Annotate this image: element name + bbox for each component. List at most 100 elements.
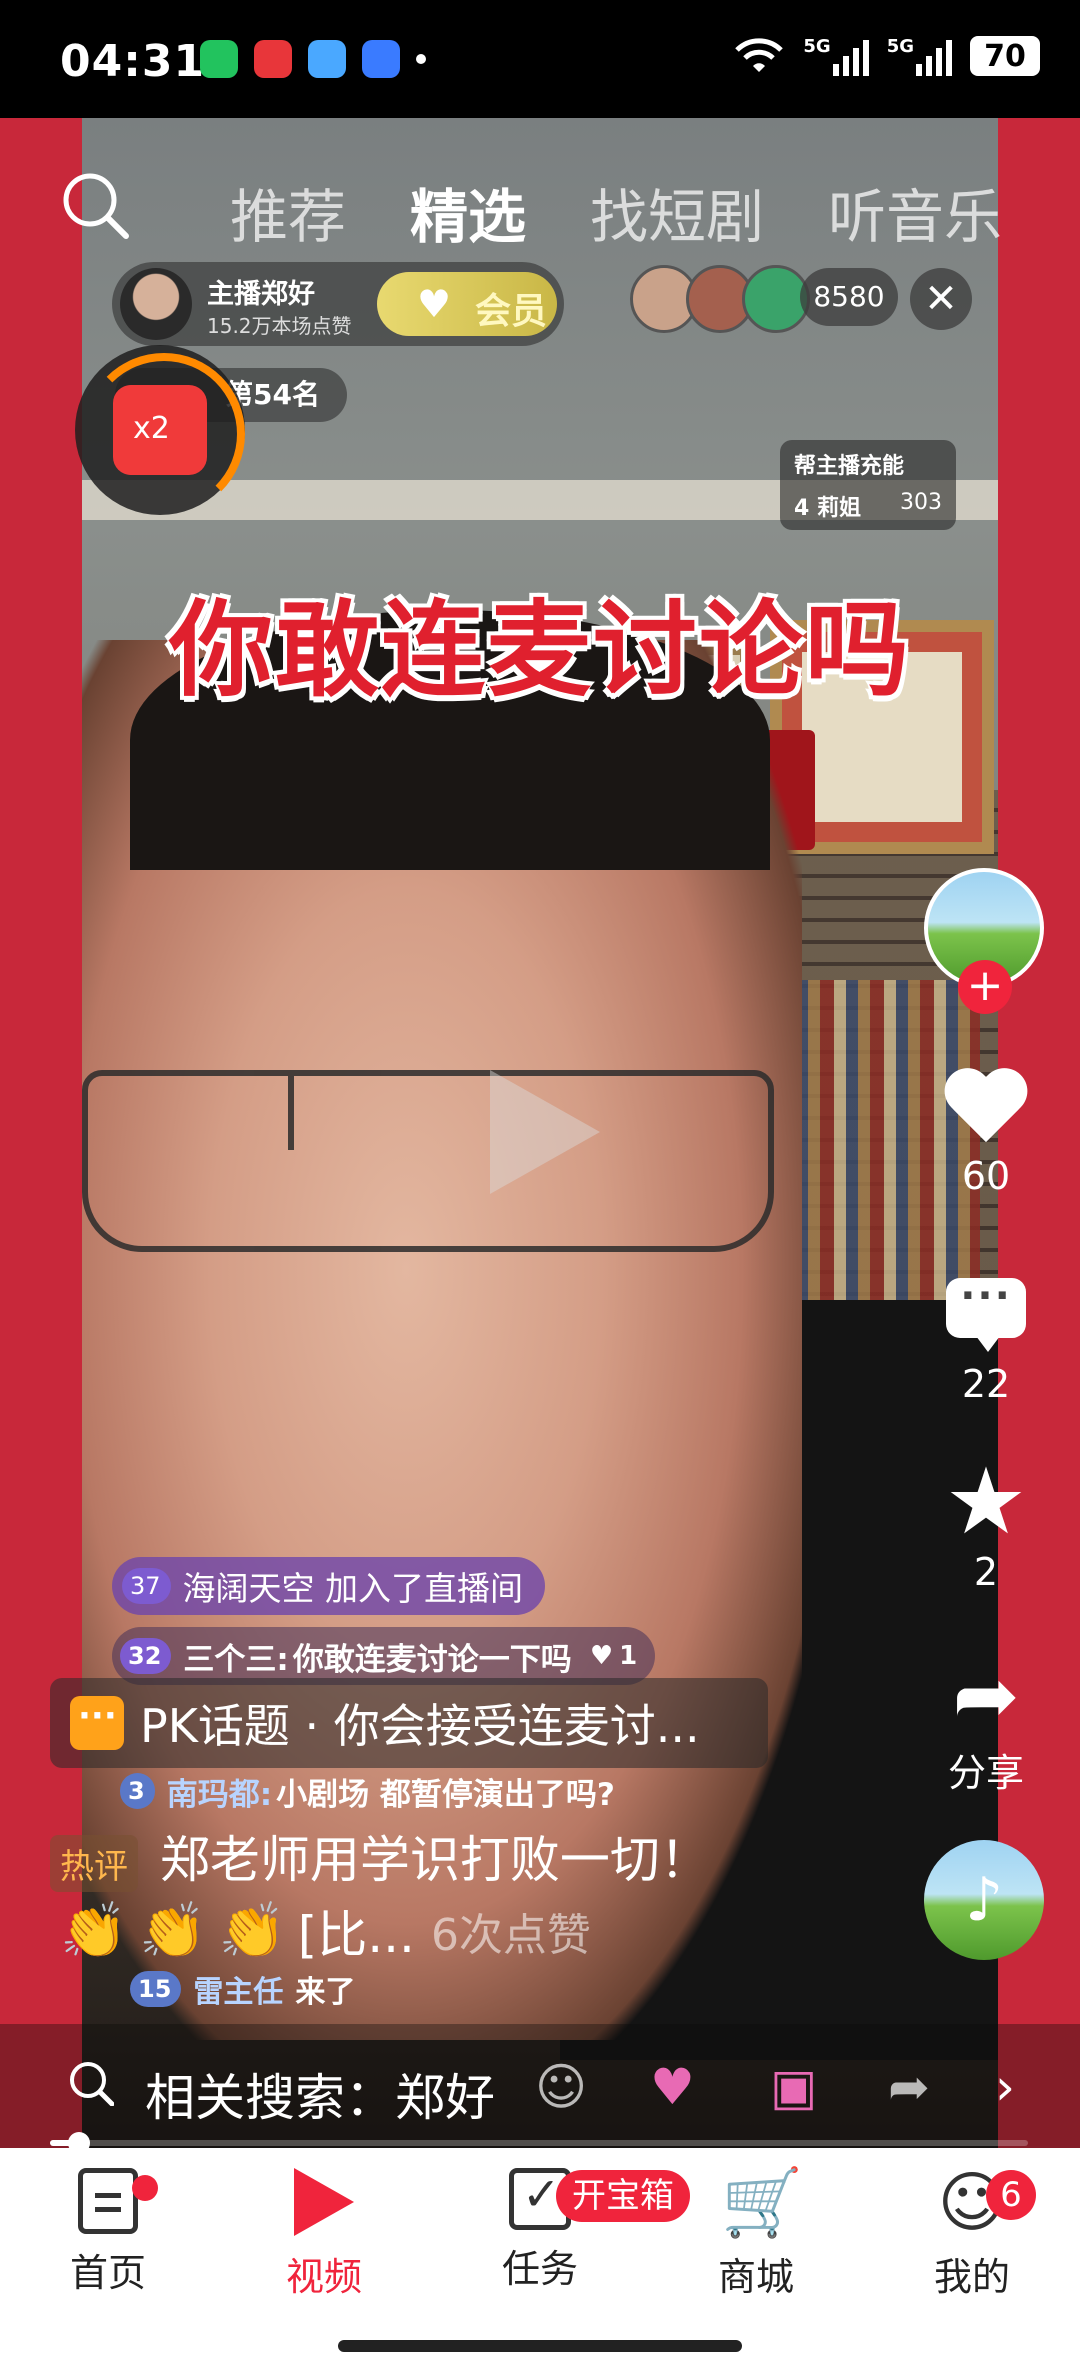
- likes-text: 6次点赞: [430, 1910, 591, 1961]
- system-indicators: 5G 5G 70: [733, 36, 1040, 76]
- likes-line: 👏 👏 👏 [比... 6次点赞: [60, 1895, 591, 1967]
- chat-message: 15 雷主任 来了: [130, 1967, 355, 2011]
- level-badge: 15: [130, 1971, 182, 2007]
- chat-text: 小剧场 都暂停演出了吗?: [276, 1776, 615, 1813]
- favorite-count: 2: [973, 1550, 999, 1594]
- hot-tag: 热评: [50, 1835, 138, 1892]
- status-time: 04:31: [60, 36, 206, 87]
- streamer-avatar[interactable]: [120, 268, 192, 340]
- notification-dot: [132, 2175, 158, 2201]
- likes-prefix: [比...: [297, 1906, 415, 1964]
- nav-mall[interactable]: 🛒 商城: [676, 2168, 836, 2301]
- network-type-2: 5G: [886, 36, 914, 57]
- streamer-pill[interactable]: 主播郑好 15.2万本场点赞 ♥ 会员: [112, 262, 564, 346]
- more-dot-icon: [416, 54, 426, 64]
- share-arrow-icon[interactable]: ➦: [888, 2058, 930, 2116]
- level-badge: 3: [120, 1773, 155, 1809]
- nav-home[interactable]: 首页: [28, 2168, 188, 2297]
- comment-count: 22: [961, 1362, 1011, 1406]
- level-badge: 37: [122, 1568, 171, 1604]
- music-disc-icon[interactable]: ♪: [924, 1840, 1044, 1960]
- share-button[interactable]: ➦ 分享: [926, 1656, 1046, 1797]
- chat-like-count: 1: [619, 1641, 638, 1671]
- gift-heart-icon[interactable]: ♥: [650, 2058, 695, 2116]
- wechat-icon: [200, 40, 238, 78]
- hot-comment-text: 郑老师用学识打败一切！: [159, 1831, 710, 1889]
- cart-icon: 🛒: [721, 2164, 804, 2241]
- status-bar: 04:31 5G 5G 70: [0, 0, 1080, 118]
- join-message: 37 海阔天空 加入了直播间: [112, 1557, 546, 1615]
- chat-nick: 雷主任: [193, 1975, 284, 2010]
- star-icon: ★: [944, 1448, 1028, 1555]
- chat-text: 你敢连麦讨论一下吗: [292, 1641, 572, 1678]
- energy-user: 4 莉姐: [794, 496, 861, 521]
- gift-box-icon[interactable]: ▣: [770, 2058, 817, 2116]
- join-text: 海阔天空 加入了直播间: [182, 1569, 524, 1608]
- tab-recommend[interactable]: 推荐: [230, 170, 346, 254]
- search-icon: [70, 2062, 114, 2106]
- related-search-label: 相关搜索：: [145, 2069, 395, 2127]
- viewer-count[interactable]: 8580: [800, 268, 898, 326]
- home-doc-icon: [78, 2168, 138, 2234]
- presenter-glasses: [82, 1070, 774, 1252]
- tab-short-drama[interactable]: 找短剧: [590, 170, 764, 254]
- tab-music[interactable]: 听音乐: [828, 170, 1002, 254]
- viewer-avatars[interactable]: [630, 265, 810, 333]
- energy-title: 帮主播充能: [794, 454, 905, 479]
- energy-score: 303: [900, 490, 942, 515]
- follow-plus-icon[interactable]: +: [958, 960, 1012, 1014]
- chat-message: 32 三个三: 你敢连麦讨论一下吗 ♥ 1: [112, 1627, 656, 1685]
- emoji-icon[interactable]: ☺: [535, 2058, 587, 2116]
- chat-bubble-icon: [70, 1696, 124, 1750]
- clap-icon: 👏: [139, 1899, 207, 1962]
- tab-featured[interactable]: 精选: [410, 170, 526, 254]
- related-search-text[interactable]: 相关搜索：郑好: [145, 2058, 495, 2130]
- clap-icon: 👏: [218, 1899, 286, 1962]
- streamer-name: 主播郑好: [207, 279, 315, 310]
- nav-home-label: 首页: [69, 2251, 146, 2295]
- nav-me-label: 我的: [933, 2255, 1010, 2299]
- related-search-keyword: 郑好: [395, 2069, 495, 2127]
- me-badge: 6: [986, 2170, 1036, 2220]
- chat-like-icon: ♥: [589, 1641, 614, 1671]
- close-button[interactable]: ✕: [910, 268, 972, 330]
- member-label: 会员: [475, 291, 548, 332]
- member-button[interactable]: ♥ 会员: [377, 272, 557, 336]
- home-indicator[interactable]: [338, 2340, 742, 2352]
- comment-button[interactable]: ··· 22: [926, 1276, 1046, 1406]
- signal-2-icon: 5G: [887, 36, 952, 76]
- red-envelope-icon: x2: [113, 385, 207, 475]
- chat-text: 来了: [295, 1975, 356, 2010]
- energy-panel[interactable]: 帮主播充能 4 莉姐 303: [780, 440, 956, 530]
- signal-1-icon: 5G: [803, 36, 869, 76]
- like-count: 60: [961, 1154, 1011, 1198]
- heart-icon: [943, 1070, 1029, 1148]
- red-packet-multiplier: x2: [133, 411, 170, 446]
- heart-icon: ♥: [417, 282, 452, 326]
- chevron-right-icon[interactable]: ›: [995, 2058, 1015, 2116]
- wifi-icon: [735, 38, 784, 72]
- chat-message: 3 南玛都: 小剧场 都暂停演出了吗?: [112, 1762, 633, 1820]
- level-badge: 32: [120, 1638, 172, 1674]
- progress-track[interactable]: [50, 2140, 1028, 2146]
- play-icon[interactable]: [490, 1070, 600, 1194]
- toutiao-icon: [254, 40, 292, 78]
- comment-icon: ···: [946, 1276, 1026, 1352]
- notification-icons: [200, 40, 426, 78]
- search-icon[interactable]: [60, 170, 130, 240]
- browser-icon: [362, 40, 400, 78]
- nav-video[interactable]: 视频: [244, 2168, 404, 2301]
- clap-icon: 👏: [60, 1899, 128, 1962]
- battery-icon: 70: [970, 36, 1040, 76]
- nav-video-label: 视频: [285, 2255, 362, 2299]
- red-packet-widget[interactable]: x2: [75, 345, 245, 515]
- like-button[interactable]: 60: [926, 1070, 1046, 1198]
- top-tabs: 推荐 精选 找短剧 听音乐: [230, 170, 1002, 254]
- streamer-likes: 15.2万本场点赞: [207, 314, 352, 338]
- share-label: 分享: [947, 1751, 1024, 1795]
- pk-topic-banner[interactable]: PK话题 · 你会接受连麦讨...: [50, 1678, 768, 1768]
- treasure-badge[interactable]: 开宝箱: [556, 2170, 690, 2222]
- network-type-1: 5G: [803, 36, 831, 57]
- hot-comment[interactable]: 热评 郑老师用学识打败一切！: [50, 1820, 710, 1892]
- favorite-button[interactable]: ★ 2: [926, 1448, 1046, 1595]
